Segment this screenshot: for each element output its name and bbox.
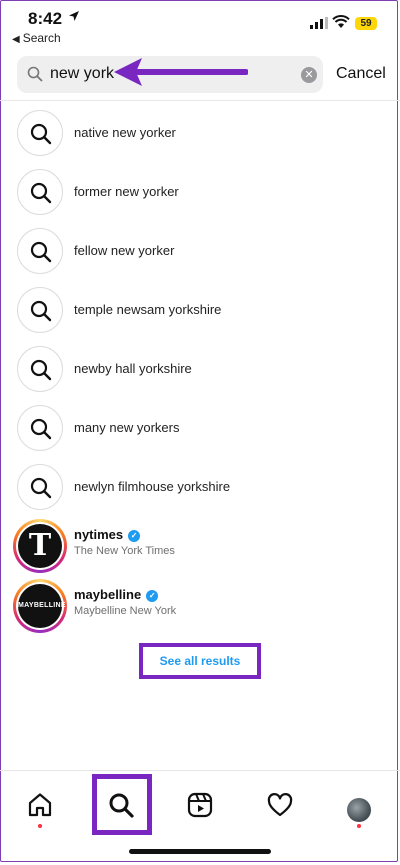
home-icon <box>28 793 52 817</box>
back-chevron-icon: ◀ <box>12 34 20 45</box>
home-indicator <box>129 849 271 854</box>
suggestion-icon-circle <box>17 169 63 215</box>
reels-icon <box>187 792 213 818</box>
username-text: nytimes <box>74 527 124 542</box>
annotation-arrow-icon <box>114 58 248 86</box>
nyt-logo: T <box>28 528 52 563</box>
profile-notification-dot <box>357 824 361 828</box>
suggestion-item[interactable]: fellow new yorker <box>0 222 400 281</box>
avatar-border: MAYBELLINE <box>16 582 66 630</box>
search-icon <box>109 793 134 818</box>
suggestion-item[interactable]: temple newsam yorkshire <box>0 281 400 340</box>
suggestion-term: newby hall yorkshire <box>74 361 192 376</box>
cellular-signal-icon <box>310 17 328 29</box>
tab-profile-avatar[interactable] <box>347 798 371 822</box>
tab-home[interactable] <box>26 791 56 821</box>
account-result-maybelline[interactable]: MAYBELLINE maybelline ✓ Maybelline New Yo… <box>0 577 400 637</box>
maybelline-logo: MAYBELLINE <box>18 602 66 609</box>
battery-indicator: 59 <box>355 17 377 30</box>
suggestion-icon-circle <box>17 110 63 156</box>
suggestion-term: many new yorkers <box>74 420 180 435</box>
suggestion-icon-circle <box>17 228 63 274</box>
account-username: maybelline ✓ <box>74 587 159 602</box>
verified-badge-icon: ✓ <box>128 530 141 542</box>
see-all-results-link[interactable]: See all results <box>143 654 257 668</box>
search-icon <box>30 182 52 204</box>
suggestion-icon-circle <box>17 464 63 510</box>
clear-search-button[interactable]: ✕ <box>301 67 317 83</box>
suggestion-item[interactable]: newlyn filmhouse yorkshire <box>0 458 400 517</box>
search-icon <box>27 66 43 82</box>
suggestion-term: fellow new yorker <box>74 243 175 258</box>
suggestion-item[interactable]: native new yorker <box>0 104 400 163</box>
avatar-border: T <box>16 522 64 570</box>
suggestion-term: newlyn filmhouse yorkshire <box>74 479 231 494</box>
suggestion-term: native new yorker <box>74 125 176 140</box>
account-full-name: The New York Times <box>74 545 175 557</box>
search-icon <box>30 241 52 263</box>
story-ring: T <box>13 519 67 573</box>
search-icon <box>30 300 52 322</box>
heart-icon <box>267 793 293 817</box>
tab-activity[interactable] <box>266 791 296 821</box>
suggestion-icon-circle <box>17 287 63 333</box>
suggestion-item[interactable]: former new yorker <box>0 163 400 222</box>
suggestion-term: temple newsam yorkshire <box>74 302 222 317</box>
back-app-label: Search <box>22 31 61 45</box>
account-username: nytimes ✓ <box>74 527 141 542</box>
verified-badge-icon: ✓ <box>146 590 159 602</box>
suggestion-item[interactable]: newby hall yorkshire <box>0 340 400 399</box>
search-icon <box>30 359 52 381</box>
tab-reels[interactable] <box>186 791 216 821</box>
suggestion-item[interactable]: many new yorkers <box>0 399 400 458</box>
account-full-name: Maybelline New York <box>74 605 177 617</box>
username-text: maybelline <box>74 587 142 602</box>
suggestion-term: former new yorker <box>74 184 179 199</box>
search-icon <box>30 477 52 499</box>
account-result-nytimes[interactable]: T nytimes ✓ The New York Times <box>0 517 400 577</box>
suggestion-icon-circle <box>17 405 63 451</box>
wifi-icon <box>332 15 350 28</box>
avatar: MAYBELLINE <box>18 584 66 628</box>
header-divider <box>0 100 400 101</box>
status-time: 8:42 <box>28 9 63 28</box>
home-notification-dot <box>38 824 42 828</box>
back-to-app-link[interactable]: ◀ Search <box>12 31 61 45</box>
avatar: T <box>18 524 62 568</box>
location-arrow-icon <box>69 11 79 21</box>
search-icon <box>30 418 52 440</box>
cancel-button[interactable]: Cancel <box>336 65 386 83</box>
close-icon: ✕ <box>304 69 314 81</box>
tab-search[interactable] <box>107 791 137 821</box>
search-icon <box>30 123 52 145</box>
see-all-highlight: See all results <box>139 643 261 679</box>
search-results-list: native new yorker former new yorker fell… <box>0 104 400 637</box>
suggestion-icon-circle <box>17 346 63 392</box>
story-ring: MAYBELLINE <box>13 579 67 633</box>
status-bar: 8:42 ◀ Search 59 <box>0 0 400 50</box>
